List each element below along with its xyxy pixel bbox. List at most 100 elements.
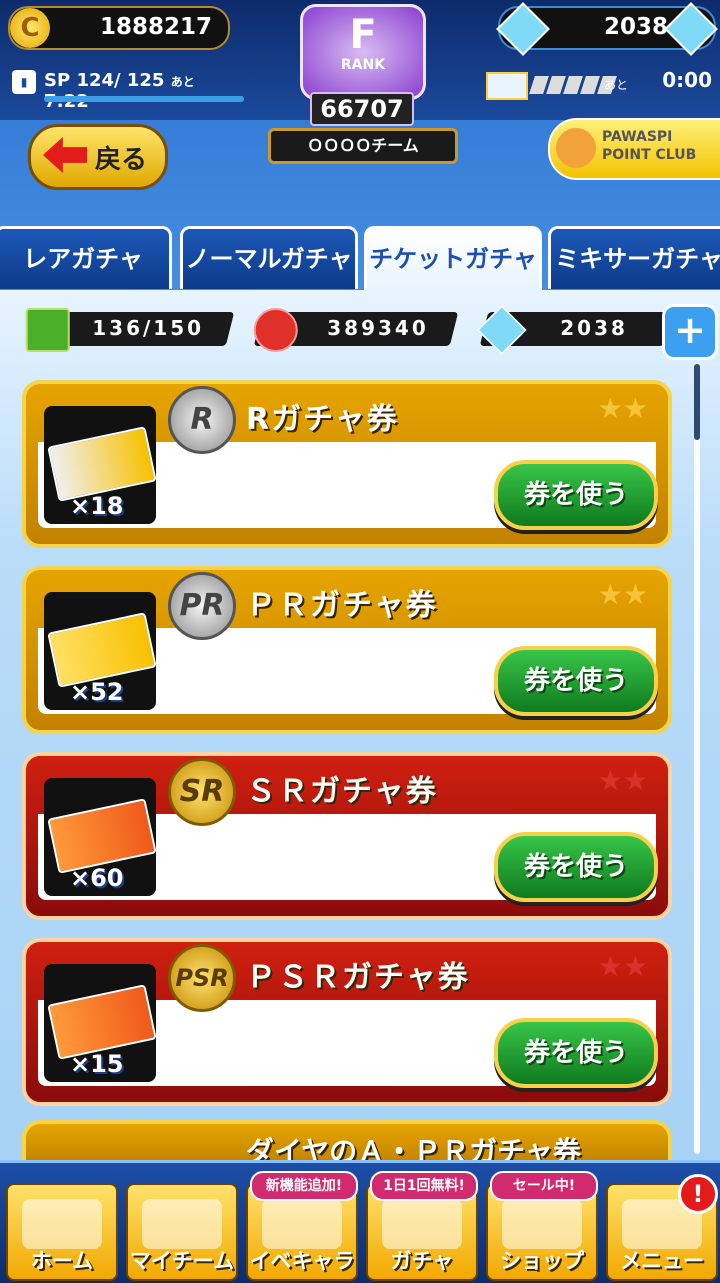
nav-event-chara[interactable]: 新機能追加! イベキャラ bbox=[246, 1171, 358, 1281]
coin-value: 1888217 bbox=[99, 14, 212, 40]
nav-tag: 1日1回無料! bbox=[370, 1171, 478, 1201]
nav-label: メニュー bbox=[620, 1249, 704, 1273]
ticket-title: Rガチャ券 bbox=[246, 402, 399, 437]
shop-icon bbox=[502, 1199, 582, 1249]
ticket-thumbnail: ×52 bbox=[44, 592, 157, 710]
nav-shop[interactable]: セール中! ショップ bbox=[486, 1171, 598, 1281]
box-icon bbox=[25, 308, 70, 352]
gem-value: 2038 bbox=[603, 14, 668, 40]
ticket-count: ×52 bbox=[70, 678, 124, 706]
back-label: 戻る bbox=[95, 145, 148, 175]
club-label-1: PAWASPI bbox=[602, 129, 673, 145]
bottom-navigation: ホーム マイチーム 新機能追加! イベキャラ 1日1回無料! ガチャ セール中!… bbox=[0, 1160, 720, 1283]
sp-meter: ▮ SP 124/ 125 あと 7:22 bbox=[12, 64, 244, 112]
ticket-thumbnail: ×18 bbox=[44, 406, 157, 524]
ticket-count: ×18 bbox=[70, 492, 124, 520]
scrollbar-thumb[interactable] bbox=[694, 364, 700, 440]
point-club-button[interactable]: PAWASPI POINT CLUB bbox=[548, 118, 720, 180]
nav-label: ホーム bbox=[30, 1249, 94, 1273]
use-ticket-button[interactable]: 券を使う bbox=[494, 832, 658, 902]
nav-label: マイチーム bbox=[129, 1249, 235, 1273]
ticket-card-pr: ★★ ×52 PR ＰＲガチャ券 券を使う bbox=[22, 566, 672, 734]
star-decor-icon: ★★ bbox=[597, 578, 648, 611]
nav-label: イベキャラ bbox=[249, 1249, 355, 1273]
rank-badge: F RANK bbox=[300, 4, 426, 100]
box-value: 136/150 bbox=[92, 316, 205, 340]
ticket-count: ×60 bbox=[70, 864, 124, 892]
box-counter: 136/150 bbox=[25, 308, 235, 352]
nav-home[interactable]: ホーム bbox=[6, 1183, 118, 1281]
star-decor-icon: ★★ bbox=[597, 392, 648, 425]
arrow-left-icon bbox=[43, 137, 87, 173]
ticket-icon bbox=[486, 72, 528, 100]
tab-mixer-gacha[interactable]: ミキサーガチャ bbox=[548, 226, 720, 289]
sp-value: 124/ 125 bbox=[76, 70, 165, 91]
star-decor-icon: ★★ bbox=[597, 950, 648, 983]
ticket-thumbnail: ×60 bbox=[44, 778, 157, 896]
rarity-badge: PSR bbox=[168, 944, 236, 1012]
ticket-card-sr: ★★ ×60 SR ＳＲガチャ券 券を使う bbox=[22, 752, 672, 920]
ticket-thumbnail: ×15 bbox=[44, 964, 157, 1082]
ticket-title: ＳＲガチャ券 bbox=[246, 774, 438, 809]
use-ticket-button[interactable]: 券を使う bbox=[494, 460, 658, 530]
team-icon bbox=[142, 1199, 222, 1249]
rarity-badge: PR bbox=[168, 572, 236, 640]
ticket-card-partial: ダイヤのＡ・ＰＲガチャ券 bbox=[22, 1120, 672, 1168]
ticket-title: ＰＳＲガチャ券 bbox=[246, 960, 470, 995]
rarity-badge: R bbox=[168, 386, 236, 454]
home-icon bbox=[22, 1199, 102, 1249]
rarity-badge: SR bbox=[168, 758, 236, 826]
nav-tag: 新機能追加! bbox=[250, 1171, 358, 1201]
ticket-time: 0:00 bbox=[662, 68, 712, 92]
ticket-image bbox=[47, 984, 157, 1060]
diamond-icon bbox=[476, 305, 527, 355]
gem-counter[interactable]: 2038 bbox=[496, 2, 718, 56]
nav-my-team[interactable]: マイチーム bbox=[126, 1183, 238, 1281]
sp-label: SP bbox=[44, 70, 71, 91]
nav-label: ガチャ bbox=[390, 1249, 454, 1273]
mascot-icon bbox=[556, 128, 596, 168]
ticket-card-r: ★★ ×18 R Rガチャ券 券を使う bbox=[22, 380, 672, 548]
event-character-icon bbox=[262, 1199, 342, 1249]
ticket-panel: 136/150 389340 2038 + ★★ ×18 R Rガチャ券 券を使… bbox=[0, 290, 720, 1160]
nav-tag: セール中! bbox=[490, 1171, 598, 1201]
gem-counter-2: 2038 bbox=[476, 305, 673, 355]
ticket-image bbox=[47, 798, 157, 874]
add-gems-button[interactable]: + bbox=[662, 304, 718, 360]
nav-label: ショップ bbox=[500, 1249, 584, 1273]
coin-icon: C bbox=[10, 8, 50, 48]
sp-progress-bar bbox=[44, 96, 244, 102]
gacha-icon bbox=[382, 1199, 462, 1249]
ticket-card-psr: ★★ ×15 PSR ＰＳＲガチャ券 券を使う bbox=[22, 938, 672, 1106]
use-ticket-button[interactable]: 券を使う bbox=[494, 646, 658, 716]
ticket-ato: あと bbox=[603, 78, 628, 92]
gem-value-2: 2038 bbox=[560, 316, 629, 340]
ticket-count: ×15 bbox=[70, 1050, 124, 1078]
star-decor-icon: ★★ bbox=[597, 764, 648, 797]
notification-badge: ! bbox=[678, 1174, 718, 1214]
medal-value: 389340 bbox=[326, 316, 429, 340]
ticket-stamina: あと 0:00 bbox=[486, 66, 712, 106]
medal-counter: 389340 bbox=[253, 308, 459, 352]
rank-number: 66707 bbox=[310, 92, 414, 126]
use-ticket-button[interactable]: 券を使う bbox=[494, 1018, 658, 1088]
rank-letter: F bbox=[349, 12, 377, 58]
tab-rare-gacha[interactable]: レアガチャ bbox=[0, 226, 172, 289]
rank-emblem[interactable]: F RANK 66707 bbox=[270, 4, 450, 126]
ticket-image bbox=[47, 426, 157, 502]
coin-counter: C 1888217 bbox=[8, 6, 230, 50]
tab-ticket-gacha[interactable]: チケットガチャ bbox=[364, 226, 542, 295]
ticket-title: ＰＲガチャ券 bbox=[246, 588, 438, 623]
gacha-tabs: レアガチャ ノーマルガチャ チケットガチャ ミキサーガチャ bbox=[0, 226, 720, 295]
rank-label: RANK bbox=[340, 57, 386, 73]
medal-icon bbox=[253, 308, 298, 352]
sp-card-icon: ▮ bbox=[12, 70, 36, 94]
nav-gacha[interactable]: 1日1回無料! ガチャ bbox=[366, 1171, 478, 1281]
club-label-2: POINT CLUB bbox=[602, 147, 697, 163]
back-button[interactable]: 戻る bbox=[28, 124, 168, 190]
ticket-image bbox=[47, 612, 157, 688]
tab-normal-gacha[interactable]: ノーマルガチャ bbox=[180, 226, 358, 289]
team-name: ＯＯＯＯチーム bbox=[268, 128, 458, 164]
scrollbar-track[interactable] bbox=[694, 364, 700, 1154]
sp-ato: あと bbox=[170, 75, 195, 89]
